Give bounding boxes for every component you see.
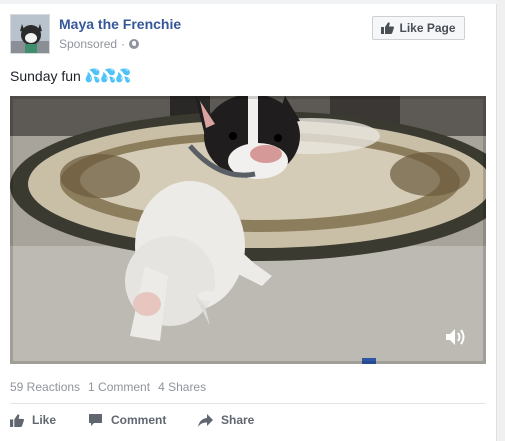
video-player[interactable] <box>10 96 486 364</box>
thumbs-up-icon <box>10 413 24 427</box>
post-text: Sunday fun 💦💦💦 <box>10 68 132 84</box>
like-page-button[interactable]: Like Page <box>372 16 465 40</box>
engagement-stats: 59 Reactions 1 Comment 4 Shares <box>10 380 206 394</box>
comments-count[interactable]: 1 Comment <box>88 380 150 394</box>
comment-button-label: Comment <box>111 413 167 427</box>
sponsored-label[interactable]: Sponsored <box>59 37 117 51</box>
page-avatar[interactable] <box>10 14 50 54</box>
share-button-label: Share <box>221 413 255 427</box>
like-page-label: Like Page <box>399 21 456 35</box>
actions-divider <box>10 403 486 404</box>
like-button[interactable]: Like <box>10 413 88 427</box>
avatar-image <box>11 15 49 53</box>
reactions-count[interactable]: 59 Reactions <box>10 380 80 394</box>
sweat-droplets-emoji: 💦💦💦 <box>84 68 132 83</box>
thumbs-up-icon <box>381 22 395 34</box>
sponsored-post: Maya the Frenchie Sponsored · Like Page … <box>0 0 497 441</box>
globe-icon <box>129 39 140 49</box>
share-arrow-icon <box>198 413 213 427</box>
post-text-body: Sunday fun <box>10 68 81 84</box>
post-meta: Sponsored · <box>59 37 140 51</box>
video-frame <box>10 96 486 364</box>
comment-button[interactable]: Comment <box>88 413 198 427</box>
shares-count[interactable]: 4 Shares <box>158 380 206 394</box>
page-scrollbar[interactable] <box>497 0 505 441</box>
like-button-label: Like <box>32 413 57 427</box>
post-actions-bar: Like Comment Share <box>10 409 254 431</box>
page-name-link[interactable]: Maya the Frenchie <box>59 16 181 32</box>
share-button[interactable]: Share <box>198 413 254 427</box>
comment-icon <box>88 413 103 427</box>
volume-icon[interactable] <box>444 326 470 348</box>
post-top-border <box>0 0 497 4</box>
meta-separator: · <box>121 37 126 51</box>
